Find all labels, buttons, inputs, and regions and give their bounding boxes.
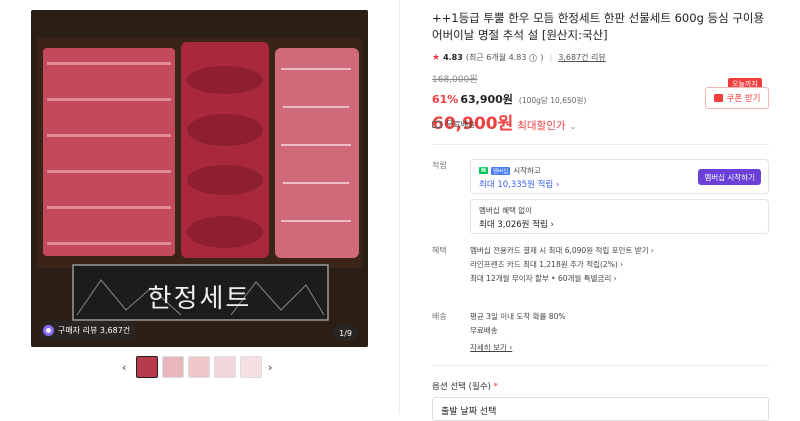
delivery-more-link[interactable]: 자세히 보기 › [470, 342, 512, 353]
info-icon[interactable]: i [529, 53, 538, 62]
set-label: 한정세트 [147, 284, 252, 314]
thumbnail[interactable] [136, 356, 158, 378]
product-info: ++1등급 투뿔 한우 모듬 한정세트 한판 선물세트 600g 등심 구이용 … [432, 10, 772, 134]
review-count-link[interactable]: 3,687건 리뷰 [558, 52, 606, 63]
thumbnail[interactable] [240, 356, 262, 378]
points-label: 적립 [432, 161, 447, 170]
section-divider [432, 365, 769, 366]
membership-point-box: N 멤버십 시작하고 최대 10,335원 적립 › 멤버십 시작하기 [470, 159, 769, 194]
membership-badge: 멤버십 [491, 166, 511, 175]
discount-rate: 61% [432, 93, 459, 106]
benefit-item[interactable]: 최대 12개월 무이자 할부 • 60개월 특별금리 › [470, 273, 617, 284]
option-label: 옵션 선택 (필수) * [432, 382, 498, 392]
benefits-label: 혜택 [432, 246, 447, 255]
rating-row: ★ 4.83 (최근 6개월 4.83 i) | 3,687건 리뷰 [432, 52, 606, 63]
coupon-icon [713, 94, 723, 102]
thumbnail-strip [136, 356, 262, 378]
chevron-right-icon[interactable]: › [268, 361, 272, 374]
free-shipping: 무료배송 [432, 119, 475, 130]
rating-recent: (최근 6개월 4.83 [465, 53, 527, 62]
column-divider [399, 0, 400, 414]
star-icon: ★ [432, 52, 441, 63]
benefit-item[interactable]: 멤버십 전용카드 결제 시 최대 6,090원 적립 포인트 받기 › [470, 245, 654, 256]
thumbnail[interactable] [214, 356, 236, 378]
benefit-item[interactable]: 라인프렌즈 카드 최대 1,218원 추가 적립(2%) › [470, 259, 623, 270]
npay-logo: N [479, 167, 489, 174]
delivery-label: 배송 [432, 312, 447, 321]
max-point-link[interactable]: 최대 10,335원 적립 › [479, 178, 559, 190]
section-divider [432, 144, 769, 145]
buyer-review-pill[interactable]: 구매자 리뷰 3,687건 [39, 321, 138, 340]
basic-point-link[interactable]: 최대 3,026원 적립 › [479, 218, 554, 230]
departure-date-select[interactable]: 출발 날짜 선택 [432, 397, 769, 421]
review-icon [43, 325, 54, 336]
truck-icon [432, 121, 442, 128]
divider: | [549, 53, 553, 62]
rating-score: 4.83 [443, 53, 463, 62]
original-price: 168,000원 [432, 75, 478, 85]
coupon-button[interactable]: 쿠폰 받기 [705, 87, 769, 109]
delivery-eta: 평균 3일 이내 도착 확률 80% [470, 312, 566, 321]
product-title: ++1등급 투뿔 한우 모듬 한정세트 한판 선물세트 600g 등심 구이용 … [432, 11, 765, 42]
delivery-fee: 무료배송 [470, 326, 498, 335]
basic-point-box: 멤버십 혜택 없이 최대 3,026원 적립 › [470, 199, 769, 234]
unit-price: (100g당 10,650원) [518, 96, 587, 105]
thumbnail[interactable] [162, 356, 184, 378]
sale-price: 63,900원 [460, 93, 513, 106]
image-page-counter: 1/9 [333, 325, 358, 341]
product-main-image[interactable]: 한정세트 구매자 리뷰 3,687건 1/9 [31, 10, 368, 347]
chevron-left-icon[interactable]: ‹ [122, 361, 126, 374]
chevron-down-icon: ⌄ [569, 122, 577, 131]
start-membership-button[interactable]: 멤버십 시작하기 [698, 169, 761, 185]
max-discount-label: 최대할인가 [517, 120, 566, 132]
thumbnail[interactable] [188, 356, 210, 378]
max-discount-row[interactable]: 60,900원 최대할인가 ⌄ [432, 109, 772, 134]
